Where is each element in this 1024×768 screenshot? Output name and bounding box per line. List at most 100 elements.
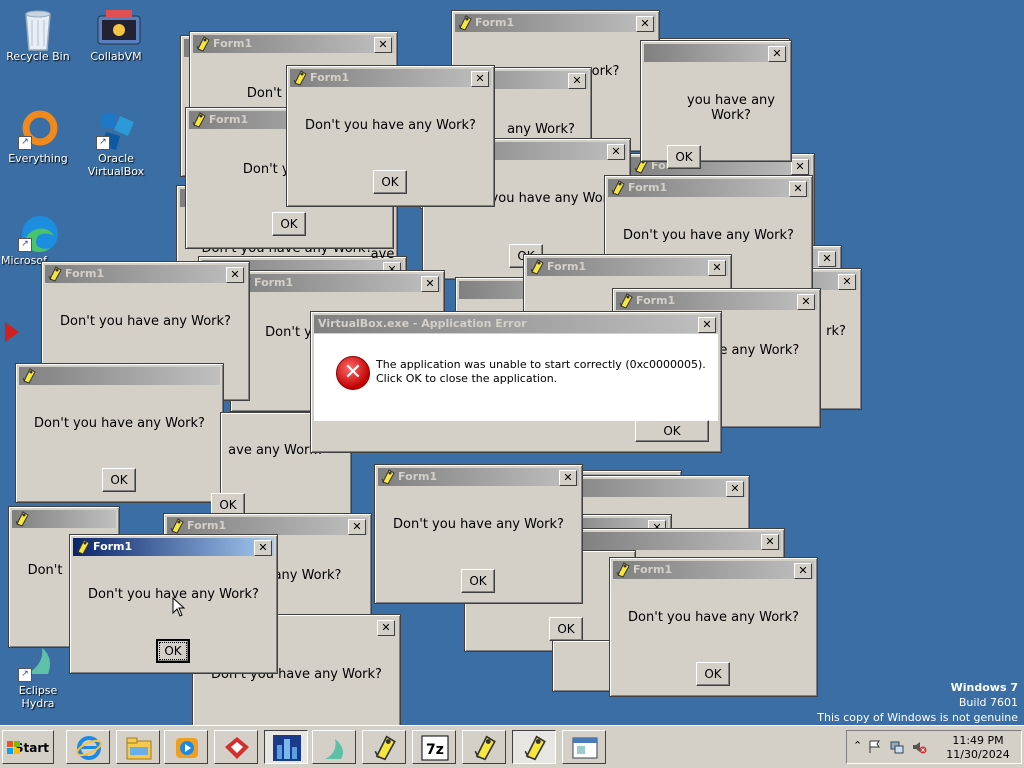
close-icon[interactable]: ✕ [797, 294, 815, 310]
title-bar[interactable]: VirtualBox.exe - Application Error ✕ [314, 315, 718, 333]
action-center-flag-icon[interactable] [867, 739, 883, 755]
window-title: VirtualBox.exe - Application Error [318, 317, 527, 330]
desktop-icon-label: Eclipse Hydra [18, 684, 58, 710]
close-icon[interactable]: ✕ [636, 16, 654, 32]
taskbar-7zip[interactable]: 7z [412, 730, 456, 764]
desktop-icon-collabvm[interactable]: CollabVM [79, 8, 153, 63]
close-icon[interactable]: ✕ [559, 470, 577, 486]
shortcut-arrow-icon: ↗ [18, 668, 32, 682]
close-icon[interactable]: ✕ [377, 620, 395, 636]
message-text: you have any Work? [687, 93, 775, 123]
close-icon[interactable]: ✕ [761, 534, 779, 550]
desktop-icon-microsoft-edge[interactable]: ↗ Microsof [1, 212, 75, 267]
title-bar[interactable]: Form1 ✕ [613, 561, 814, 579]
close-icon[interactable]: ✕ [768, 46, 786, 62]
close-icon[interactable]: ✕ [698, 317, 716, 333]
form1-window[interactable]: Don't you have any Work? OK [15, 363, 224, 503]
taskbar-file-explorer[interactable] [116, 730, 160, 764]
taskbar-eclipse-hydra[interactable] [312, 730, 356, 764]
ok-button[interactable]: OK [272, 212, 306, 236]
close-icon[interactable]: ✕ [421, 276, 439, 292]
close-icon[interactable]: ✕ [789, 181, 807, 197]
7zip-icon: 7z [421, 735, 449, 761]
clock[interactable]: 11:49 PM 11/30/2024 [939, 734, 1017, 762]
close-icon[interactable]: ✕ [568, 73, 586, 89]
title-bar[interactable]: Form1 ✕ [455, 14, 656, 32]
form1-window[interactable]: Form1 ✕ Don't you have any Work? OK [286, 65, 495, 207]
ok-button[interactable]: OK [373, 170, 407, 194]
start-button[interactable]: Start [2, 730, 54, 764]
form1-window[interactable]: ✕ you have any Work? OK [640, 40, 792, 169]
close-icon[interactable]: ✕ [838, 274, 856, 290]
title-bar[interactable]: Form1 ✕ [527, 258, 728, 276]
title-bar[interactable]: Form1 ✕ [167, 517, 368, 535]
ok-button[interactable]: OK [461, 569, 495, 593]
media-player-icon [176, 738, 198, 758]
message-text: any Work? [507, 122, 575, 137]
close-icon[interactable]: ✕ [791, 159, 809, 175]
taskbar-form1-b[interactable] [462, 730, 506, 764]
desktop-icon-oracle-virtualbox[interactable]: ↗ Oracle VirtualBox [79, 110, 153, 178]
shortcut-arrow-icon: ↗ [18, 238, 32, 252]
ok-button[interactable]: OK [102, 468, 136, 492]
title-bar[interactable]: Form1 ✕ [378, 468, 579, 486]
error-ok-button[interactable]: OK [635, 420, 709, 442]
close-icon[interactable]: ✕ [607, 144, 625, 160]
internet-explorer-icon [76, 736, 102, 760]
title-bar[interactable]: Form1 ✕ [234, 274, 441, 292]
taskbar-form1-c[interactable] [512, 730, 556, 764]
close-icon[interactable]: ✕ [348, 519, 366, 535]
application-error-dialog[interactable]: VirtualBox.exe - Application Error ✕ ✕ Th… [310, 311, 722, 453]
error-body: ✕ The application was unable to start co… [314, 334, 718, 421]
title-bar[interactable]: ✕ [580, 532, 781, 550]
form1-window[interactable]: Form1 ✕ Don't you have any Work? OK [609, 557, 818, 697]
taskbar-internet-explorer[interactable] [66, 730, 110, 764]
form1-window-active[interactable]: Form1 ✕ Don't you have any Work? OK [69, 534, 278, 674]
taskbar-media-player[interactable] [164, 730, 208, 764]
window-title: Form1 [254, 276, 294, 289]
ok-button[interactable]: OK [667, 145, 701, 169]
title-bar[interactable]: Form1 ✕ [290, 69, 491, 87]
close-icon[interactable]: ✕ [794, 563, 812, 579]
form-app-icon [292, 70, 308, 86]
close-icon[interactable]: ✕ [254, 540, 272, 556]
form1-window[interactable]: Form1 ✕ Don't you have any Work? OK [374, 464, 583, 604]
title-bar[interactable]: Form1 ✕ [73, 538, 274, 556]
desktop-icon-recycle-bin[interactable]: Recycle Bin [1, 8, 75, 63]
title-bar[interactable]: Form1 ✕ [45, 265, 246, 283]
title-bar[interactable] [19, 367, 220, 385]
close-icon[interactable]: ✕ [818, 251, 836, 267]
network-icon[interactable] [889, 739, 905, 755]
taskbar-city-app[interactable] [264, 730, 308, 764]
show-hidden-icons-chevron-icon[interactable]: ⌃ [853, 739, 862, 752]
error-message: The application was unable to start corr… [376, 358, 706, 385]
desktop-icon-eclipse-hydra[interactable]: ↗ Eclipse Hydra [1, 642, 75, 710]
title-bar[interactable] [12, 510, 116, 528]
desktop-icon-everything[interactable]: ↗ Everything [1, 110, 75, 165]
ok-button[interactable]: OK [156, 639, 190, 663]
form-app-icon [191, 112, 207, 128]
ok-button[interactable]: OK [549, 617, 583, 641]
title-bar[interactable]: Form1 ✕ [193, 35, 394, 53]
taskbar-window-app[interactable] [562, 730, 606, 764]
message-text: Don't you have any Work? [393, 517, 564, 532]
title-bar[interactable]: Form1 ✕ [616, 292, 817, 310]
title-bar[interactable]: ✕ [644, 44, 788, 62]
taskbar: Start 7z ⌃ 11:49 PM 11/30/2024 [0, 725, 1024, 768]
close-icon[interactable]: ✕ [708, 260, 726, 276]
desktop-icon-red-app[interactable] [1, 316, 21, 358]
shortcut-arrow-icon: ↗ [18, 136, 32, 150]
close-icon[interactable]: ✕ [226, 267, 244, 283]
title-bar[interactable]: Form1 ✕ [608, 179, 809, 197]
close-icon[interactable]: ✕ [471, 71, 489, 87]
ok-button[interactable]: OK [696, 662, 730, 686]
taskbar-form1-a[interactable] [362, 730, 406, 764]
message-text: Don't you have any Work? [305, 118, 476, 133]
close-icon[interactable]: ✕ [726, 481, 744, 497]
close-icon[interactable]: ✕ [374, 37, 392, 53]
message-text: Don't you have any Work? [628, 610, 799, 625]
volume-muted-icon[interactable] [911, 739, 927, 755]
window-app-icon [572, 737, 598, 759]
taskbar-red-app[interactable] [214, 730, 258, 764]
city-app-icon [273, 735, 301, 761]
